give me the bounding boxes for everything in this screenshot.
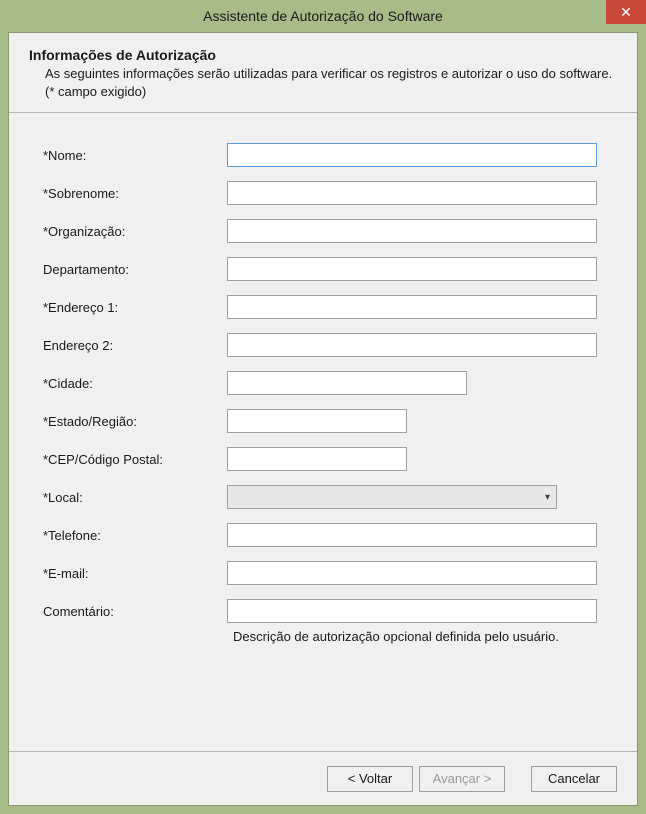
label-endereco1: *Endereço 1:: [37, 300, 227, 315]
input-email[interactable]: [227, 561, 597, 585]
header-description: As seguintes informações serão utilizada…: [29, 65, 617, 100]
input-comentario[interactable]: [227, 599, 597, 623]
input-sobrenome[interactable]: [227, 181, 597, 205]
row-endereco1: *Endereço 1:: [37, 295, 609, 319]
form-area: *Nome: *Sobrenome: *Organização: Departa…: [9, 113, 637, 654]
label-endereco2: Endereço 2:: [37, 338, 227, 353]
label-cidade: *Cidade:: [37, 376, 227, 391]
select-local[interactable]: ▾: [227, 485, 557, 509]
input-departamento[interactable]: [227, 257, 597, 281]
back-button[interactable]: < Voltar: [327, 766, 413, 792]
label-departamento: Departamento:: [37, 262, 227, 277]
input-cidade[interactable]: [227, 371, 467, 395]
next-button[interactable]: Avançar >: [419, 766, 505, 792]
input-cep[interactable]: [227, 447, 407, 471]
row-departamento: Departamento:: [37, 257, 609, 281]
label-email: *E-mail:: [37, 566, 227, 581]
label-local: *Local:: [37, 490, 227, 505]
content-frame: Informações de Autorização As seguintes …: [8, 32, 638, 806]
input-nome[interactable]: [227, 143, 597, 167]
row-estado: *Estado/Região:: [37, 409, 609, 433]
row-endereco2: Endereço 2:: [37, 333, 609, 357]
input-endereco2[interactable]: [227, 333, 597, 357]
input-telefone[interactable]: [227, 523, 597, 547]
label-cep: *CEP/Código Postal:: [37, 452, 227, 467]
close-button[interactable]: ✕: [606, 0, 646, 24]
label-nome: *Nome:: [37, 148, 227, 163]
button-bar: < Voltar Avançar > Cancelar: [9, 751, 637, 805]
header-section: Informações de Autorização As seguintes …: [9, 33, 637, 113]
input-endereco1[interactable]: [227, 295, 597, 319]
close-icon: ✕: [620, 4, 632, 21]
label-sobrenome: *Sobrenome:: [37, 186, 227, 201]
row-cidade: *Cidade:: [37, 371, 609, 395]
row-sobrenome: *Sobrenome:: [37, 181, 609, 205]
row-organizacao: *Organização:: [37, 219, 609, 243]
chevron-down-icon: ▾: [545, 492, 550, 503]
row-nome: *Nome:: [37, 143, 609, 167]
comentario-hint: Descrição de autorização opcional defini…: [233, 629, 609, 644]
row-email: *E-mail:: [37, 561, 609, 585]
input-estado[interactable]: [227, 409, 407, 433]
row-cep: *CEP/Código Postal:: [37, 447, 609, 471]
row-local: *Local: ▾: [37, 485, 609, 509]
row-comentario: Comentário:: [37, 599, 609, 623]
label-comentario: Comentário:: [37, 604, 227, 619]
row-telefone: *Telefone:: [37, 523, 609, 547]
input-organizacao[interactable]: [227, 219, 597, 243]
window-frame: Assistente de Autorização do Software ✕ …: [0, 0, 646, 814]
label-organizacao: *Organização:: [37, 224, 227, 239]
label-telefone: *Telefone:: [37, 528, 227, 543]
header-title: Informações de Autorização: [29, 47, 617, 63]
titlebar: Assistente de Autorização do Software ✕: [0, 0, 646, 32]
window-title: Assistente de Autorização do Software: [203, 8, 443, 24]
label-estado: *Estado/Região:: [37, 414, 227, 429]
cancel-button[interactable]: Cancelar: [531, 766, 617, 792]
